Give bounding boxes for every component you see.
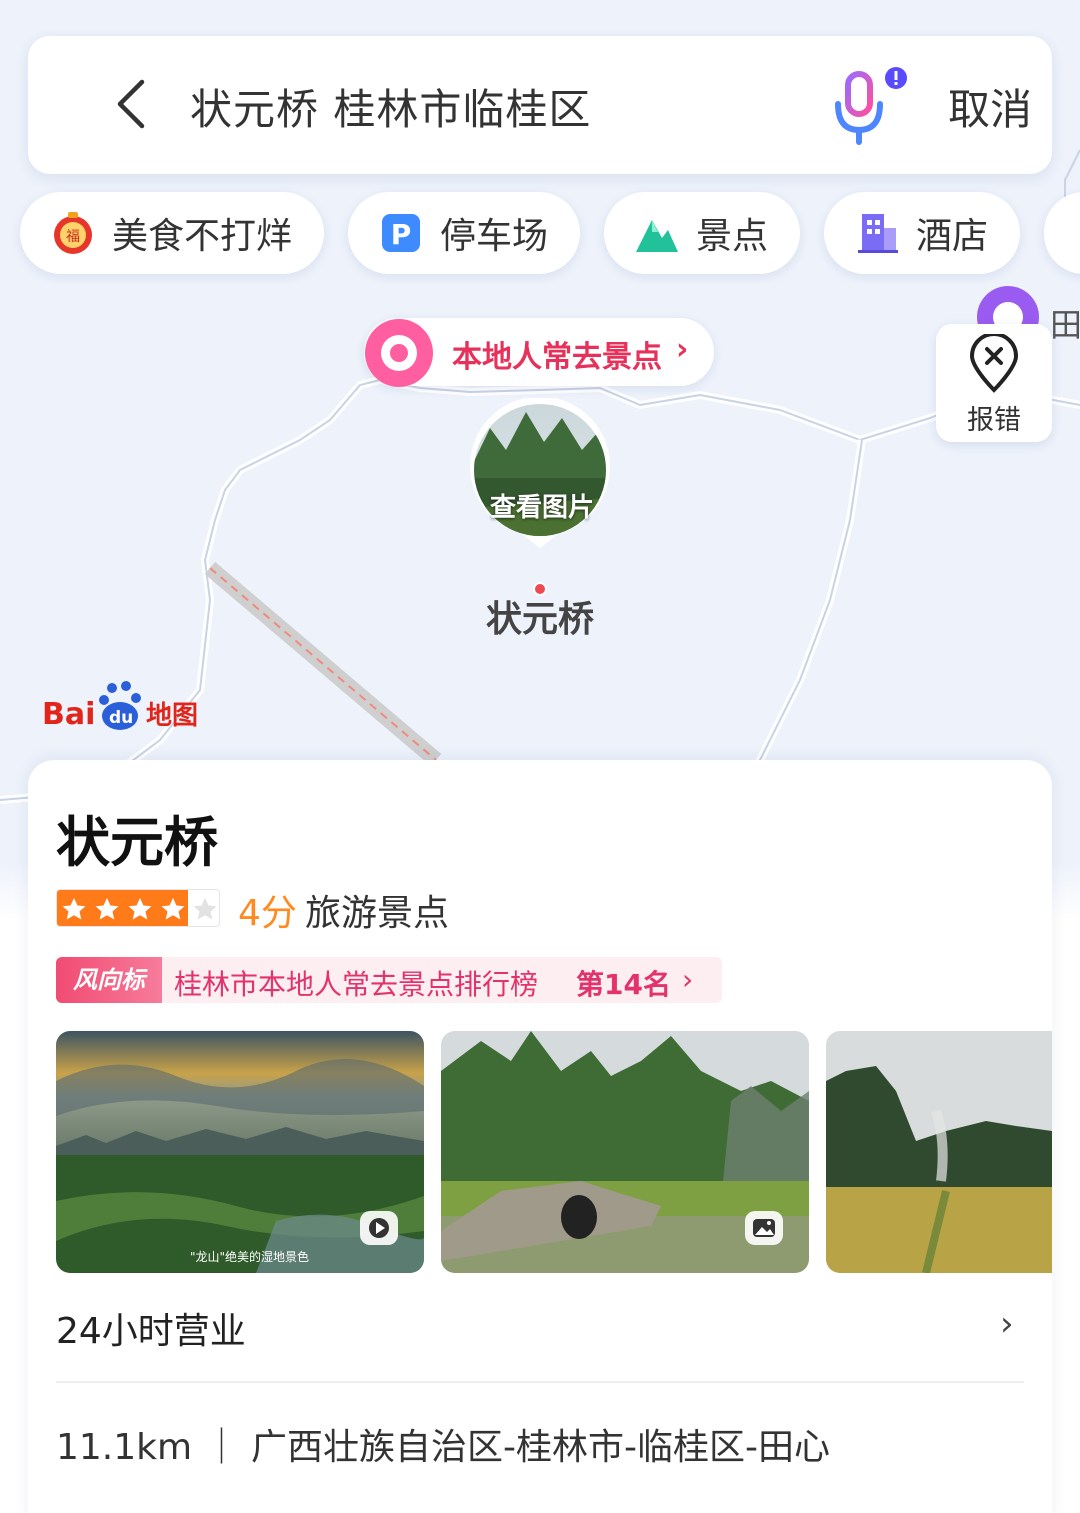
svg-text:du: du	[109, 708, 133, 728]
chip-food[interactable]: 福 美食不打烊	[20, 192, 324, 274]
chip-hotel[interactable]: 酒店	[824, 192, 1020, 274]
rating-stars	[62, 898, 217, 920]
report-error-label: 报错	[967, 405, 1021, 436]
place-title: 状元桥	[56, 811, 218, 874]
poi-name-label[interactable]: 状元桥	[480, 590, 600, 642]
chip-more[interactable]	[1044, 192, 1080, 274]
local-favorite-tag[interactable]: 本地人常去景点 ›	[364, 318, 714, 387]
hotel-building-icon	[858, 214, 898, 253]
photo-marker[interactable]	[466, 398, 614, 548]
local-favorite-label: 本地人常去景点	[452, 340, 662, 375]
map-pin-x-icon	[969, 334, 1019, 393]
search-input[interactable]: 状元桥 桂林市临桂区	[190, 76, 591, 137]
chip-food-label: 美食不打烊	[112, 216, 293, 257]
photo-video-thumb[interactable]: "龙山"绝美的湿地景色	[56, 1031, 424, 1273]
svg-text:Bai: Bai	[42, 697, 95, 732]
chevron-right-icon[interactable]: ›	[1000, 1304, 1014, 1344]
report-error-button[interactable]: 报错	[936, 324, 1052, 442]
back-arrow-icon[interactable]	[104, 74, 164, 134]
rating-score: 4分	[238, 893, 297, 934]
photo-field-thumb[interactable]	[826, 1031, 1052, 1273]
photo-caption: "龙山"绝美的湿地景色	[190, 1250, 310, 1264]
place-category: 旅游景点	[305, 893, 450, 934]
chip-scenic-label: 景点	[696, 216, 769, 257]
divider	[56, 1381, 1024, 1383]
rice-field-image	[826, 1031, 1052, 1273]
rank-badge: 风向标	[56, 957, 162, 1003]
photo-bridge-thumb[interactable]	[441, 1031, 809, 1273]
ranking-banner[interactable]: 风向标 桂林市本地人常去景点排行榜 第14名 ›	[56, 957, 722, 1003]
chevron-right-icon: ›	[676, 332, 689, 367]
star-rating	[56, 889, 220, 927]
play-video-icon	[360, 1211, 398, 1245]
baidu-map-logo: Bai du 地图	[42, 681, 198, 732]
parking-icon: P	[382, 214, 420, 252]
svg-text:P: P	[391, 218, 412, 251]
rank-position: 第14名	[576, 968, 671, 1001]
view-photos-label: 查看图片	[489, 493, 594, 523]
target-pin-icon	[365, 319, 433, 387]
distance-value: 11.1km	[56, 1427, 193, 1468]
chip-scenic[interactable]: 景点	[604, 192, 800, 274]
chip-parking[interactable]: P 停车场	[348, 192, 580, 274]
rank-list-name: 桂林市本地人常去景点排行榜	[174, 968, 539, 1001]
distance-address-row[interactable]: 11.1km ｜ 广西壮族自治区-桂林市-临桂区-田心	[56, 1418, 830, 1470]
mountain-icon	[636, 220, 678, 252]
chevron-right-icon: ›	[682, 963, 694, 996]
poi-purple-icon	[977, 286, 1039, 324]
category-chips: 福 美食不打烊 P 停车场 景点 酒店	[0, 192, 1080, 276]
separator: ｜	[203, 1427, 251, 1468]
gallery-photo-icon	[745, 1211, 783, 1245]
svg-text:福: 福	[66, 229, 80, 245]
fortune-lantern-icon: 福	[54, 212, 92, 254]
chip-hotel-label: 酒店	[916, 216, 989, 257]
search-bar: 状元桥 桂林市临桂区 取消	[28, 36, 1052, 174]
address-text: 广西壮族自治区-桂林市-临桂区-田心	[250, 1427, 830, 1468]
right-poi-label: 田	[1050, 306, 1080, 344]
voice-mic-icon[interactable]	[828, 66, 912, 150]
chip-parking-label: 停车场	[440, 216, 549, 257]
cancel-button[interactable]: 取消	[948, 76, 1032, 137]
opening-hours[interactable]: 24小时营业	[56, 1302, 246, 1354]
svg-text:地图: 地图	[146, 701, 198, 731]
